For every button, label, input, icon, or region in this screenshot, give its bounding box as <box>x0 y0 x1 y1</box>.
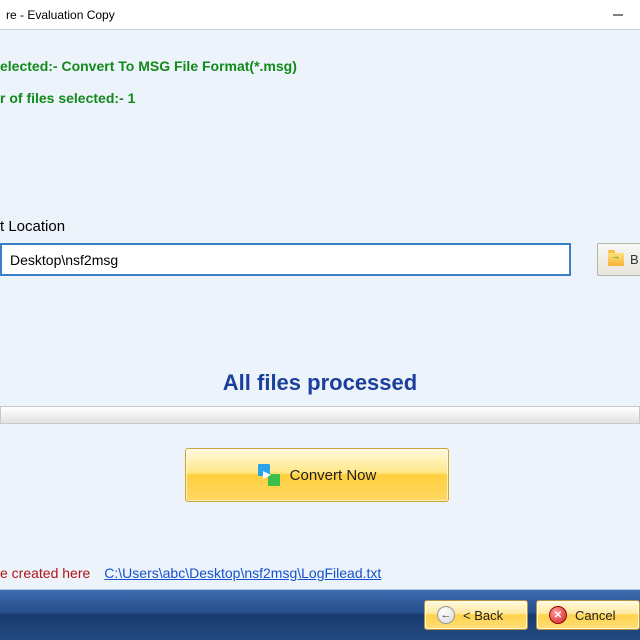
back-arrow-icon: ← <box>437 606 455 624</box>
minimize-icon <box>613 10 623 20</box>
output-location-label: t Location <box>0 218 65 235</box>
cancel-icon <box>549 606 567 624</box>
window-title: re - Evaluation Copy <box>6 8 115 22</box>
progress-bar <box>0 406 640 424</box>
wizard-body: elected:- Convert To MSG File Format(*.m… <box>0 30 640 589</box>
app-window: re - Evaluation Copy elected:- Convert T… <box>0 0 640 640</box>
folder-icon <box>608 253 624 266</box>
status-group: All files processed <box>0 370 640 424</box>
browse-button[interactable]: B <box>597 243 640 276</box>
cancel-label: Cancel <box>575 608 615 623</box>
output-path-input[interactable] <box>0 243 571 276</box>
cancel-button[interactable]: Cancel <box>536 600 640 630</box>
minimize-button[interactable] <box>595 0 640 29</box>
wizard-footer: ← < Back Cancel <box>0 589 640 640</box>
convert-icon <box>258 464 280 486</box>
titlebar: re - Evaluation Copy <box>0 0 640 30</box>
log-file-link[interactable]: C:\Users\abc\Desktop\nsf2msg\LogFilead.t… <box>104 565 381 581</box>
convert-label: Convert Now <box>290 467 377 484</box>
browse-label: B <box>630 252 639 267</box>
log-created-label: e created here <box>0 565 90 581</box>
back-label: < Back <box>463 608 503 623</box>
selected-format-text: elected:- Convert To MSG File Format(*.m… <box>0 58 297 74</box>
log-area: e created here C:\Users\abc\Desktop\nsf2… <box>0 565 381 581</box>
selected-count-text: r of files selected:- 1 <box>0 90 135 106</box>
convert-now-button[interactable]: Convert Now <box>185 448 449 502</box>
back-button[interactable]: ← < Back <box>424 600 528 630</box>
status-text: All files processed <box>0 370 640 406</box>
